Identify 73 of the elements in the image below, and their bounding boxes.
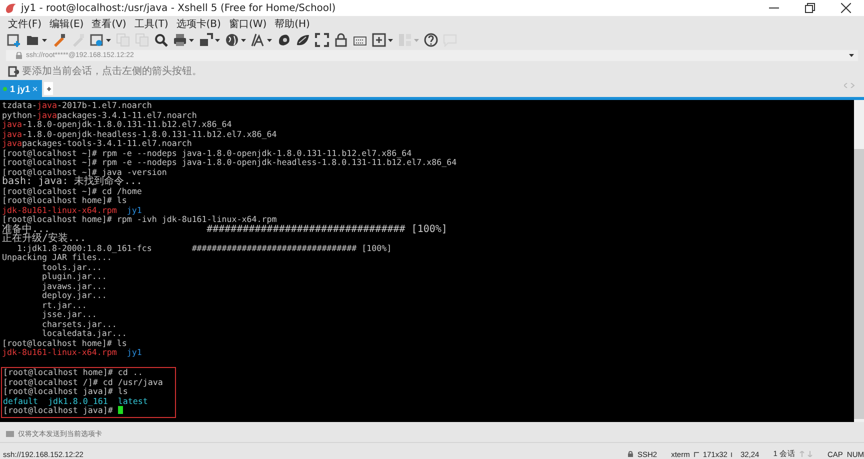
terminal-line: [root@localhost home]# ls (2, 196, 128, 206)
terminal-line: Unpacking JAR files... (2, 253, 112, 262)
caret-icon[interactable] (241, 38, 246, 42)
terminal-line: javapackages-tools-3.4.1-11.el7.noarch (2, 139, 192, 148)
terminal-line: [root@localhost ~]# java -version (2, 168, 167, 177)
terminal-line: tzdata-java-2017b-1.el7.noarch (2, 101, 153, 110)
terminal-line: jdk-8u161-linux-x64.rpm jy1 (2, 206, 143, 215)
folder-icon[interactable] (26, 33, 40, 47)
printer-icon[interactable] (173, 33, 187, 47)
terminal-line: java-1.8.0-openjdk-headless-1.8.0.131-11.b12.el7.x86_64 (2, 130, 278, 139)
menu-item[interactable]: 窗口(W) (228, 16, 267, 30)
new-window-icon[interactable] (7, 33, 21, 47)
caret-icon[interactable] (267, 38, 272, 42)
terminal-line: [root@localhost java]# ls (3, 387, 128, 396)
globe-icon[interactable] (225, 33, 239, 47)
terminal-line: [root@localhost ~]# cd /home (2, 186, 143, 196)
caret-icon[interactable] (42, 38, 47, 42)
caret-icon[interactable] (189, 38, 194, 42)
add-session-icon[interactable] (8, 66, 19, 76)
terminal-line: javaws.jar... (40, 282, 108, 291)
restore-icon[interactable] (805, 3, 815, 13)
menu-item[interactable]: 选项卡(B) (176, 16, 221, 30)
terminal-line: [root@localhost ~]# rpm -e --nodeps java-1.8.0-openjdk-headless-1.8.0.131-11.b12.el7.x86_64 (2, 158, 458, 168)
terminal-line: 准备中... ################################# [100%] (2, 224, 448, 234)
add-tab-button[interactable] (44, 82, 54, 95)
hint-text: 要添加当前会话，点击左侧的箭头按钮。 (22, 64, 202, 78)
search-icon[interactable] (154, 33, 168, 47)
terminal-line: 1:jdk1.8-2000:1.8.0_161-fcs ################################# [100%] (16, 244, 393, 253)
plus-window-icon[interactable] (372, 33, 386, 47)
fullscreen-icon[interactable] (315, 33, 329, 47)
menu-item[interactable]: 帮助(H) (274, 16, 310, 30)
terminal-line: [root@localhost home]# cd .. (3, 368, 144, 378)
up-down-arrows-icon (799, 451, 814, 457)
terminal-line: [root@localhost ~]# rpm -e --nodeps java-1.8.0-openjdk-1.8.0.131-11.b12.el7.x86_64 (2, 148, 413, 158)
lock-icon (16, 52, 22, 59)
terminal-line: plugin.jar... (40, 272, 108, 282)
menu-item[interactable]: 编辑(E) (50, 16, 84, 30)
menu-item[interactable]: 查看(V) (92, 16, 126, 30)
terminal-line: [root@localhost home]# ls (2, 338, 128, 348)
terminal-line: deploy.jar... (40, 291, 108, 300)
app-logo-icon (5, 2, 17, 14)
leaf-icon[interactable] (296, 33, 310, 47)
terminal-line: rt.jar... (40, 300, 87, 310)
terminal-line: [root@localhost /]# cd /usr/java (3, 378, 164, 387)
plus-icon (46, 86, 51, 90)
lock-icon[interactable] (334, 33, 348, 47)
terminal-line: default jdk1.8.0_161 latest (3, 396, 149, 406)
terminal-line: java-1.8.0-openjdk-1.8.0.131-11.b12.el7.x86_64 (2, 120, 233, 130)
terminal-line: charsets.jar... (40, 320, 117, 329)
window-title: jy1 - root@localhost:/usr/java - Xshell 5 (Free for Home/School) (21, 2, 336, 14)
terminal-line: [root@localhost java]# (3, 406, 175, 416)
caret-icon[interactable] (106, 38, 111, 42)
terminal-line: localedata.jar... (40, 329, 128, 338)
terminal-line: tools.jar... (42, 262, 102, 272)
terminal-line: 正在升级/安装... (2, 234, 88, 244)
menu-item[interactable]: 工具(T) (134, 16, 168, 30)
pencil-icon[interactable] (52, 33, 66, 47)
lock-icon (628, 451, 634, 457)
terminal-line: python-javapackages-3.4.1-11.el7.noarch (2, 110, 197, 120)
terminal-line: bash: java: 未找到命令... (2, 177, 144, 186)
caret-icon[interactable] (215, 38, 220, 42)
session-tab[interactable]: 1 jy1 (0, 80, 42, 97)
terminal-line: [root@localhost home]# rpm -ivh jdk-8u161-linux-x64.rpm (2, 215, 278, 224)
help-icon[interactable] (424, 33, 438, 47)
scrollbar-thumb[interactable] (854, 149, 864, 419)
caret-icon[interactable] (849, 54, 854, 57)
menu-item[interactable]: 文件(F) (8, 16, 42, 30)
close-icon[interactable] (841, 3, 851, 13)
font-icon[interactable] (251, 33, 265, 47)
resize-icon (694, 452, 699, 456)
terminal-line: jsse.jar... (40, 310, 98, 320)
terminal-line: jdk-8u161-linux-x64.rpm jy1 (2, 348, 143, 358)
caret-icon[interactable] (388, 38, 393, 42)
